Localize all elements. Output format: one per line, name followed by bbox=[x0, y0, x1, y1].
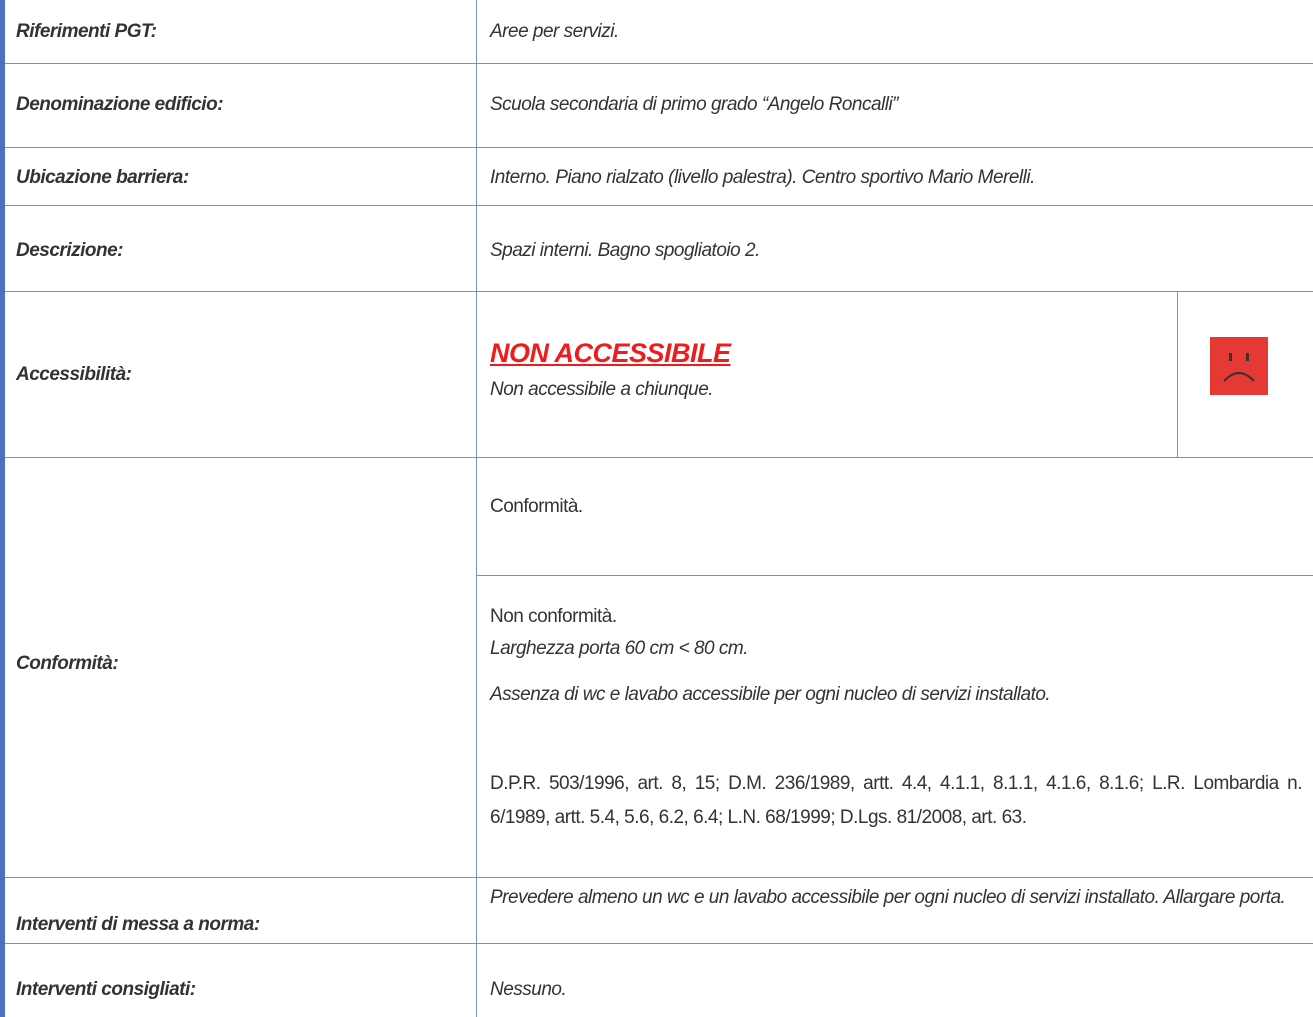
row-accessibilita bbox=[5, 292, 1313, 458]
nonconformita-item: Larghezza porta 60 cm < 80 cm. bbox=[490, 638, 749, 659]
normative-references: D.P.R. 503/1996, art. 8, 15; D.M. 236/19… bbox=[490, 773, 1303, 828]
row-riferimenti bbox=[5, 0, 1313, 64]
label-accessibilita: Accessibilità: bbox=[16, 364, 132, 385]
label-interventi-norma: Interventi di messa a norma: bbox=[16, 914, 260, 935]
conformita-divider bbox=[476, 575, 1313, 576]
label-riferimenti: Riferimenti PGT: bbox=[16, 21, 157, 42]
conformita-title: Conformità. bbox=[490, 496, 583, 517]
value-denominazione: Scuola secondaria di primo grado “Angelo… bbox=[490, 94, 899, 115]
value-interventi-consigliati: Nessuno. bbox=[490, 979, 567, 1000]
nonconformita-item: Assenza di wc e lavabo accessibile per o… bbox=[490, 684, 1051, 705]
value-ubicazione: Interno. Piano rialzato (livello palestr… bbox=[490, 167, 1035, 188]
value-descrizione: Spazi interni. Bagno spogliatoio 2. bbox=[490, 240, 760, 261]
icon-cell-divider bbox=[1177, 292, 1178, 458]
nonconformita-title: Non conformità. bbox=[490, 606, 617, 627]
value-interventi-norma: Prevedere almeno un wc e un lavabo acces… bbox=[490, 887, 1286, 908]
label-conformita: Conformità: bbox=[16, 653, 119, 674]
accessibility-note: Non accessibile a chiunque. bbox=[490, 379, 714, 400]
accessibility-status: NON ACCESSIBILE bbox=[490, 338, 731, 368]
label-descrizione: Descrizione: bbox=[16, 240, 123, 261]
label-ubicazione: Ubicazione barriera: bbox=[16, 167, 189, 188]
sad-face-icon bbox=[1210, 337, 1268, 395]
label-denominazione: Denominazione edificio: bbox=[16, 94, 224, 115]
column-divider bbox=[476, 0, 477, 1017]
label-interventi-consigliati: Interventi consigliati: bbox=[16, 979, 196, 1000]
value-riferimenti: Aree per servizi. bbox=[490, 21, 619, 42]
